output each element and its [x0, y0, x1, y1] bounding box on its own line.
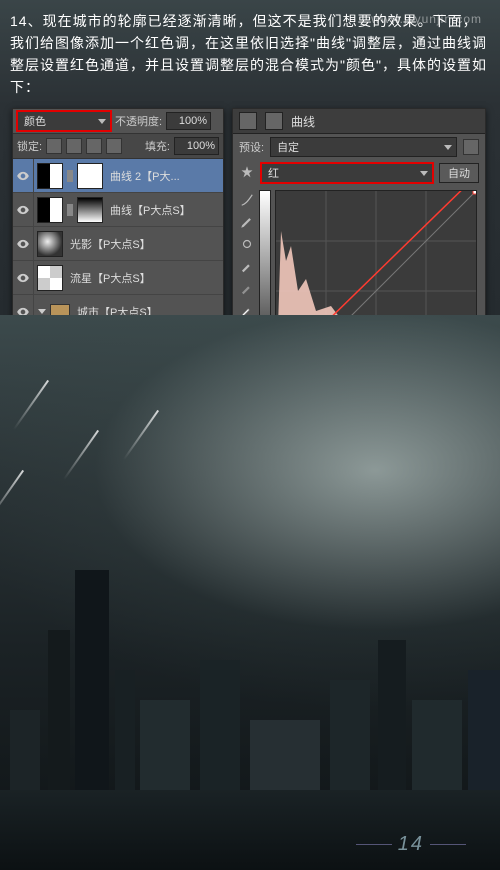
adjustment-thumb[interactable]: [37, 163, 63, 189]
chevron-down-icon: [420, 171, 428, 176]
fill-input[interactable]: 100%: [174, 137, 219, 155]
group-expand-icon[interactable]: [38, 309, 46, 314]
preset-select[interactable]: 自定: [270, 137, 457, 157]
adjustments-icon[interactable]: [239, 112, 257, 130]
curves-tabbar: 曲线: [233, 109, 485, 134]
blend-opacity-row: 颜色 不透明度: 100%: [13, 109, 223, 133]
visibility-toggle[interactable]: [13, 261, 34, 294]
lock-position-icon[interactable]: [86, 138, 102, 154]
layer-name: 光影【P大点S】: [70, 236, 151, 252]
lock-image-icon[interactable]: [66, 138, 82, 154]
layer-thumb[interactable]: [37, 265, 63, 291]
lock-transparency-icon[interactable]: [46, 138, 62, 154]
preset-row: 预设: 自定: [233, 134, 485, 160]
smooth-icon[interactable]: [239, 236, 255, 252]
masks-icon[interactable]: [265, 112, 283, 130]
channel-select[interactable]: 红: [261, 163, 433, 183]
adjustment-thumb[interactable]: [37, 197, 63, 223]
eye-icon: [16, 237, 30, 251]
curve-point-icon[interactable]: [239, 192, 255, 208]
layer-name: 曲线 2【P大...: [110, 168, 180, 184]
lock-all-icon[interactable]: [106, 138, 122, 154]
preset-menu-icon[interactable]: [463, 139, 479, 155]
lock-fill-row: 锁定: 填充: 100%: [13, 133, 223, 159]
auto-button[interactable]: 自动: [439, 163, 479, 183]
layer-row[interactable]: 曲线【P大点S】: [13, 193, 223, 227]
link-icon: [67, 204, 73, 216]
layer-name: 流星【P大点S】: [70, 270, 151, 286]
layer-row[interactable]: 曲线 2【P大...: [13, 159, 223, 193]
visibility-toggle[interactable]: [13, 227, 34, 260]
blend-mode-select[interactable]: 颜色: [17, 111, 111, 131]
fill-label: 填充:: [145, 138, 170, 154]
chevron-down-icon: [444, 145, 452, 150]
eyedropper-gray-icon[interactable]: [239, 280, 255, 296]
lock-label: 锁定:: [17, 138, 42, 154]
opacity-label: 不透明度:: [115, 113, 162, 129]
curves-title: 曲线: [291, 113, 315, 130]
opacity-input[interactable]: 100%: [166, 112, 211, 130]
hand-tool-icon[interactable]: [239, 165, 255, 181]
pencil-icon[interactable]: [239, 214, 255, 230]
layer-thumb[interactable]: [37, 231, 63, 257]
visibility-toggle[interactable]: [13, 193, 34, 226]
layer-row[interactable]: 光影【P大点S】: [13, 227, 223, 261]
preset-label: 预设:: [239, 139, 264, 155]
eye-icon: [16, 169, 30, 183]
channel-value: 红: [268, 165, 279, 181]
link-icon: [67, 170, 73, 182]
layer-row[interactable]: 流星【P大点S】: [13, 261, 223, 295]
watermark: www.jsyunjin.com: [371, 12, 482, 26]
page-number: 14: [350, 833, 472, 856]
channel-row: 红 自动: [233, 160, 485, 186]
visibility-toggle[interactable]: [13, 159, 34, 192]
mask-thumb[interactable]: [77, 163, 103, 189]
layer-name: 曲线【P大点S】: [110, 202, 191, 218]
preset-value: 自定: [277, 139, 299, 155]
mask-thumb[interactable]: [77, 197, 103, 223]
chevron-down-icon: [98, 119, 106, 124]
eye-icon: [16, 203, 30, 217]
blend-mode-value: 颜色: [24, 113, 46, 129]
result-image: [0, 315, 500, 870]
page-root: 14、现在城市的轮廓已经逐渐清晰，但这不是我们想要的效果。下面，我们给图像添加一…: [0, 0, 500, 870]
eyedropper-black-icon[interactable]: [239, 258, 255, 274]
eye-icon: [16, 271, 30, 285]
